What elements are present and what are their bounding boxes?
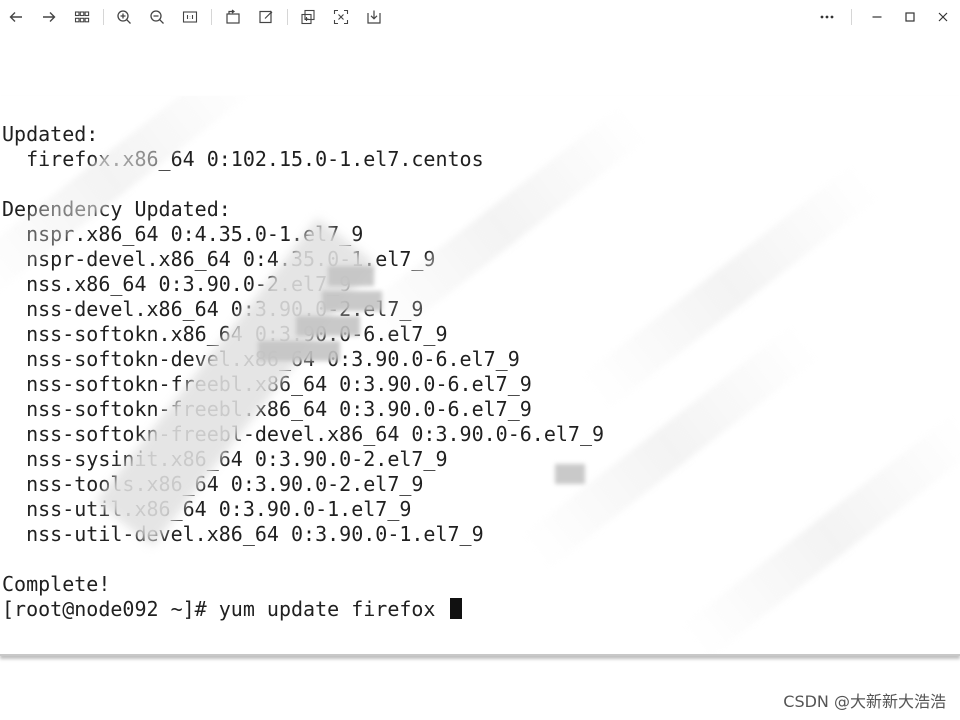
rotate-icon[interactable] (221, 5, 245, 29)
download-icon[interactable] (362, 5, 386, 29)
terminal-prompt-line: [root@node092 ~]# yum update firefox (2, 597, 462, 622)
more-icon[interactable] (815, 5, 839, 29)
zoom-in-icon[interactable] (112, 5, 136, 29)
maximize-icon[interactable] (898, 5, 922, 29)
terminal-line: firefox.x86_64 0:102.15.0-1.el7.centos (2, 147, 484, 171)
edit-icon[interactable] (254, 5, 278, 29)
pixelated-redaction (555, 464, 585, 484)
terminal-prompt: [root@node092 ~]# yum update firefox (2, 597, 448, 621)
close-icon[interactable] (931, 5, 955, 29)
faint-watermark-stripe (353, 105, 647, 349)
back-icon[interactable] (4, 5, 28, 29)
terminal-screenshot: Updated: firefox.x86_64 0:102.15.0-1.el7… (0, 96, 960, 656)
terminal-line: nss-softokn-freebl-devel.x86_64 0:3.90.0… (2, 422, 605, 446)
terminal-line: Updated: (2, 122, 99, 146)
terminal-line: nss-tools.x86_64 0:3.90.0-2.el7_9 (2, 472, 424, 496)
image-viewer-toolbar (0, 0, 960, 35)
toolbar-divider (103, 9, 104, 25)
forward-icon[interactable] (37, 5, 61, 29)
terminal-line: Complete! (2, 572, 111, 596)
copy-icon[interactable] (296, 5, 320, 29)
faint-watermark-stripe (683, 415, 960, 654)
toolbar-divider (287, 9, 288, 25)
image-canvas: Updated: firefox.x86_64 0:102.15.0-1.el7… (0, 34, 960, 720)
terminal-cursor (449, 598, 462, 619)
pixelated-redaction (322, 291, 382, 311)
terminal-line: nss-util.x86_64 0:3.90.0-1.el7_9 (2, 497, 412, 521)
watermark-credit: CSDN @大新新大浩浩 (783, 692, 946, 711)
toolbar-divider (211, 9, 212, 25)
terminal-line: nss-softokn-freebl.x86_64 0:3.90.0-6.el7… (2, 397, 532, 421)
zoom-out-icon[interactable] (145, 5, 169, 29)
minimize-icon[interactable] (865, 5, 889, 29)
crop-icon[interactable] (329, 5, 353, 29)
terminal-line: nss-util-devel.x86_64 0:3.90.0-1.el7_9 (2, 522, 484, 546)
grid-icon[interactable] (70, 5, 94, 29)
pixelated-redaction (328, 266, 374, 286)
faint-watermark-stripe (523, 325, 817, 569)
pixelated-redaction (258, 341, 340, 361)
actual-size-icon[interactable] (178, 5, 202, 29)
toolbar-divider (851, 9, 852, 25)
pixelated-redaction (296, 316, 360, 336)
